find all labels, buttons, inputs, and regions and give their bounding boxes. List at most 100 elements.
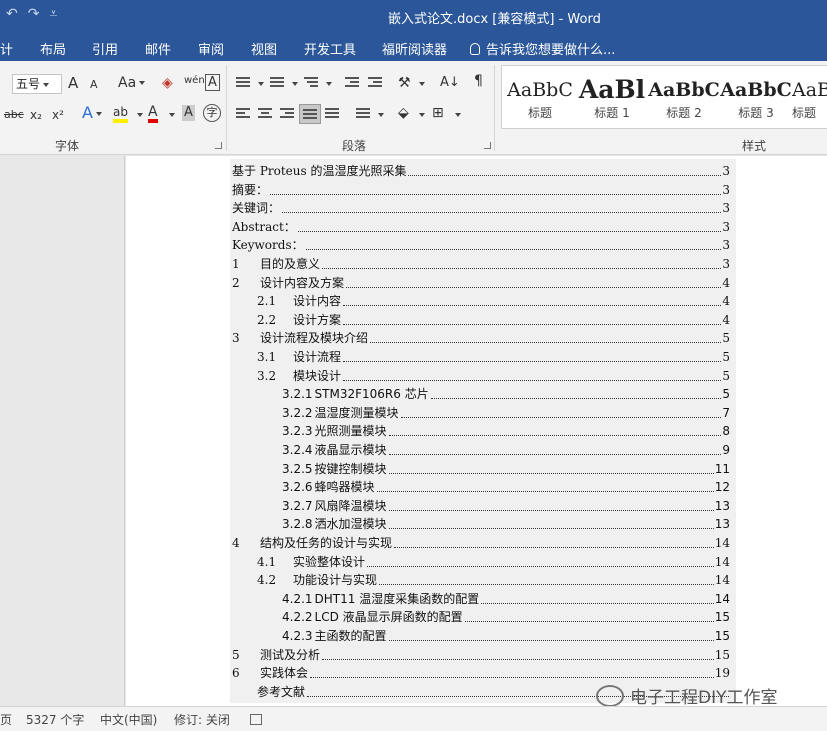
toc-entry[interactable]: 3.2.6 蜂鸣器模块 12 <box>230 477 730 495</box>
chevron-down-icon[interactable] <box>169 113 175 117</box>
toc-entry[interactable]: 1 目的及意义 3 <box>230 254 730 272</box>
toc-entry[interactable]: 4.2.1 DHT11 温湿度采集函数的配置 14 <box>230 589 730 607</box>
subscript-button[interactable]: x₂ <box>30 107 42 123</box>
paragraph-dialog-launcher-icon[interactable] <box>484 142 491 149</box>
tab-view[interactable]: 视图 <box>251 39 277 58</box>
toc-entry[interactable]: 6 实践体会 19 <box>230 663 730 681</box>
font-dialog-launcher-icon[interactable] <box>215 142 222 149</box>
style-title-alt[interactable]: AaB 标题 <box>792 68 827 126</box>
chevron-down-icon[interactable] <box>326 82 332 86</box>
align-left-icon[interactable] <box>236 108 250 120</box>
toc-entry[interactable]: 3.2.8 洒水加湿模块 13 <box>230 514 730 532</box>
chevron-down-icon[interactable] <box>378 113 384 117</box>
chevron-down-icon[interactable] <box>419 113 425 117</box>
grow-font-button[interactable]: A <box>68 75 78 91</box>
customize-qat-icon[interactable]: ⩡ <box>49 6 57 22</box>
decrease-indent-icon[interactable] <box>345 77 359 89</box>
toc-entry[interactable]: 2 设计内容及方案 4 <box>230 273 730 291</box>
toc-entry-page: 4 <box>722 312 730 327</box>
toc-entry[interactable]: Keywords： 3 <box>230 235 730 253</box>
strikethrough-button[interactable]: abc <box>4 107 24 123</box>
phonetic-guide-button[interactable]: wén <box>184 73 205 89</box>
style-heading-3[interactable]: AaBbC 标题 3 <box>720 68 792 126</box>
status-language[interactable]: 中文(中国) <box>100 711 157 728</box>
tab-foxit-reader[interactable]: 福昕阅读器 <box>382 39 447 58</box>
char-shading-button[interactable]: A <box>182 105 195 121</box>
tab-design[interactable]: 计 <box>0 39 13 58</box>
clear-format-icon[interactable]: ◈ <box>162 75 173 91</box>
toc-entry[interactable]: 5 测试及分析 15 <box>230 645 730 663</box>
toc-entry[interactable]: 4.2.2 LCD 液晶显示屏函数的配置 15 <box>230 607 730 625</box>
toc-entry-title: 摘要： <box>232 182 269 197</box>
tab-review[interactable]: 审阅 <box>198 39 224 58</box>
tab-mailings[interactable]: 邮件 <box>145 39 171 58</box>
toc-entry[interactable]: 3.2.4 液晶显示模块 9 <box>230 440 730 458</box>
toc-leader-dots <box>388 509 714 511</box>
highlight-button[interactable]: ab <box>113 105 128 123</box>
toc-entry[interactable]: 基于 Proteus 的温湿度光照采集 3 <box>230 161 730 179</box>
toc-entry[interactable]: 4.1 实验整体设计 14 <box>230 552 730 570</box>
toc-entry[interactable]: 3 设计流程及模块介绍 5 <box>230 328 730 346</box>
chevron-down-icon[interactable] <box>419 82 425 86</box>
undo-icon[interactable]: ↶ <box>6 6 18 22</box>
status-word-count[interactable]: 5327 个字 <box>26 711 84 728</box>
show-marks-icon[interactable]: ¶ <box>474 73 483 89</box>
toc-entry-title: 测试及分析 <box>260 647 321 662</box>
toc-entry[interactable]: 3.2.1 STM32F106R6 芯片 5 <box>230 384 730 402</box>
redo-icon[interactable]: ↷ <box>28 6 40 22</box>
toc-entry[interactable]: 3.2.5 按键控制模块 11 <box>230 459 730 477</box>
toc-entry[interactable]: 2.1 设计内容 4 <box>230 291 730 309</box>
toc-entry[interactable]: Abstract： 3 <box>230 217 730 235</box>
toc-entry[interactable]: 3.2.2 温湿度测量模块 7 <box>230 403 730 421</box>
toc-entry[interactable]: 3.2.7 风扇降温模块 13 <box>230 496 730 514</box>
font-color-button[interactable]: A <box>148 105 158 123</box>
bullets-icon[interactable] <box>236 77 250 89</box>
justify-button[interactable] <box>299 104 321 124</box>
toc-entry[interactable]: 4.2 功能设计与实现 14 <box>230 570 730 588</box>
superscript-button[interactable]: x² <box>52 107 64 123</box>
align-right-icon[interactable] <box>280 108 294 120</box>
line-spacing-icon[interactable] <box>356 108 370 120</box>
tab-layout[interactable]: 布局 <box>40 39 66 58</box>
chevron-down-icon[interactable] <box>137 113 143 117</box>
borders-icon[interactable]: ⊞ <box>432 105 444 121</box>
toc-entry[interactable]: 4.2.3 主函数的配置 15 <box>230 626 730 644</box>
enclose-char-button[interactable]: 字 <box>203 104 221 122</box>
toc-entry[interactable]: 关键词： 3 <box>230 198 730 216</box>
table-of-contents[interactable]: 基于 Proteus 的温湿度光照采集 3 摘要： 3 关键词： 3 Abstract： 3 K… <box>230 159 736 703</box>
increase-indent-icon[interactable] <box>368 77 382 89</box>
shading-icon[interactable]: ⬙ <box>398 105 409 121</box>
text-effect-button[interactable]: A <box>82 105 102 121</box>
shrink-font-button[interactable]: A <box>90 77 98 93</box>
font-size-combo[interactable]: 五号 <box>12 74 62 94</box>
toc-entry[interactable]: 4 结构及任务的设计与实现 14 <box>230 533 730 551</box>
char-border-button[interactable]: A <box>205 74 220 91</box>
toc-entry[interactable]: 3.1 设计流程 5 <box>230 347 730 365</box>
sort-button[interactable]: A↓ <box>440 75 460 91</box>
macro-record-icon[interactable] <box>250 714 262 725</box>
toc-entry[interactable]: 摘要： 3 <box>230 180 730 198</box>
style-heading-1[interactable]: AaBl 标题 1 <box>576 68 648 126</box>
style-sample: AaBbC <box>720 79 792 101</box>
status-track-changes[interactable]: 修订: 关闭 <box>174 711 230 728</box>
toc-entry[interactable]: 2.2 设计方案 4 <box>230 310 730 328</box>
tab-references[interactable]: 引用 <box>92 39 118 58</box>
toc-entry[interactable]: 3.2 模块设计 5 <box>230 366 730 384</box>
toc-entry[interactable]: 3.2.3 光照测量模块 8 <box>230 421 730 439</box>
multilevel-list-icon[interactable] <box>304 77 318 89</box>
chinese-layout-icon[interactable]: ⚒ <box>398 75 411 91</box>
tell-me-box[interactable]: 告诉我您想要做什么... <box>470 39 615 58</box>
distributed-icon[interactable] <box>325 108 339 120</box>
tab-developer[interactable]: 开发工具 <box>304 39 356 58</box>
change-case-button[interactable]: Aa <box>118 75 146 91</box>
chevron-down-icon[interactable] <box>258 82 264 86</box>
style-title[interactable]: AaBbC 标题 <box>504 68 576 126</box>
style-heading-2[interactable]: AaBbC 标题 2 <box>648 68 720 126</box>
chevron-down-icon[interactable] <box>455 113 461 117</box>
toc-leader-dots <box>400 416 722 418</box>
numbering-icon[interactable] <box>270 77 284 89</box>
align-center-icon[interactable] <box>258 108 272 120</box>
status-page[interactable]: 页 <box>0 711 12 728</box>
chevron-down-icon[interactable] <box>292 82 298 86</box>
document-page[interactable]: 基于 Proteus 的温湿度光照采集 3 摘要： 3 关键词： 3 Abstract： 3 K… <box>126 156 827 706</box>
